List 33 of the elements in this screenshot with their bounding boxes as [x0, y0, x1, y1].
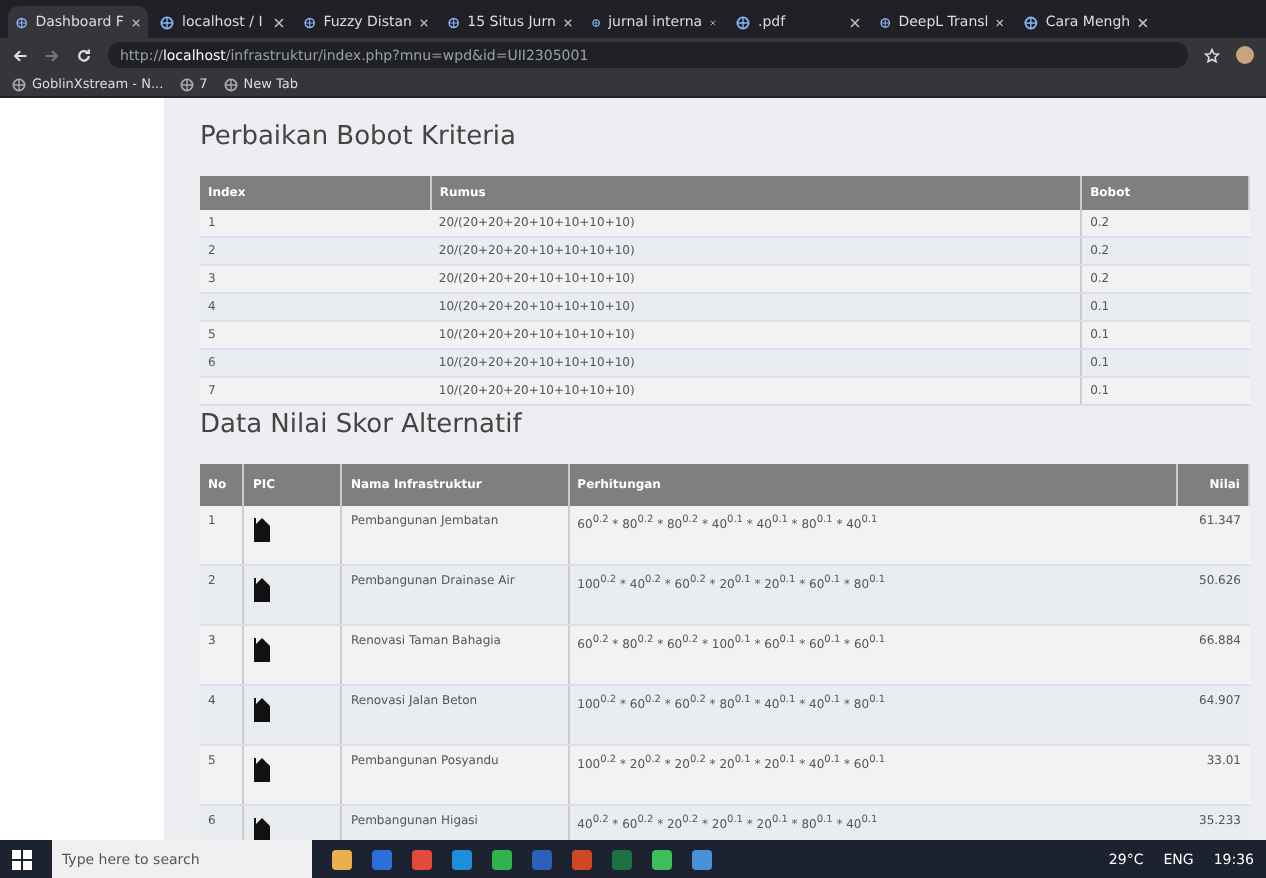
reload-icon[interactable] [76, 47, 92, 63]
globe-icon [12, 77, 26, 91]
back-icon[interactable] [12, 47, 28, 63]
close-icon[interactable] [274, 17, 284, 27]
close-icon[interactable] [710, 17, 716, 27]
star-icon[interactable] [1204, 47, 1220, 63]
globe-icon [16, 15, 28, 29]
globe-icon [304, 15, 316, 29]
close-icon[interactable] [563, 17, 572, 27]
close-icon[interactable] [850, 17, 860, 27]
globe-icon [448, 15, 460, 29]
globe-icon [160, 15, 174, 29]
forward-icon[interactable] [44, 47, 60, 63]
section-title: Perbaikan Bobot Kriteria [200, 122, 518, 152]
house-icon [252, 814, 273, 840]
section-title: Data Nilai Skor Alternatif [200, 410, 525, 440]
globe-icon [1024, 15, 1038, 29]
globe-icon [223, 77, 238, 91]
globe-icon [179, 77, 194, 91]
close-icon[interactable] [1138, 17, 1148, 27]
close-icon[interactable] [419, 17, 428, 27]
globe-icon [592, 15, 601, 29]
house-icon [252, 754, 273, 782]
windows-icon[interactable] [12, 849, 32, 869]
close-icon[interactable] [131, 17, 140, 27]
house-icon [252, 514, 273, 542]
house-icon [252, 634, 273, 662]
avatar-icon[interactable] [1236, 46, 1254, 64]
house-icon [252, 694, 273, 722]
close-icon[interactable] [996, 17, 1004, 27]
globe-icon [880, 15, 891, 29]
globe-icon [736, 15, 750, 29]
house-icon [252, 574, 273, 602]
